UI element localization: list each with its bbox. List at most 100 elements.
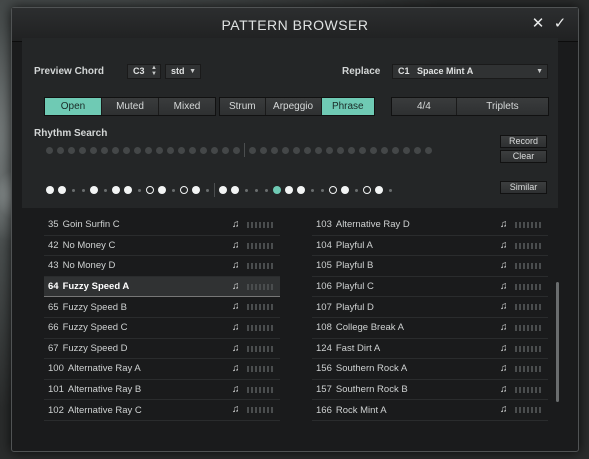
music-note-icon[interactable]: ♫ xyxy=(500,404,508,415)
pattern-row[interactable]: 108 College Break A ♫ xyxy=(312,318,548,339)
pattern-row[interactable]: 106 Playful C ♫ xyxy=(312,277,548,298)
pattern-row[interactable]: 104 Playful A ♫ xyxy=(312,236,548,257)
close-icon[interactable]: ✕ xyxy=(528,14,548,34)
replace-dropdown[interactable]: C1 Space Mint A ▼ xyxy=(392,64,548,79)
step[interactable] xyxy=(326,146,333,154)
music-note-icon[interactable]: ♫ xyxy=(232,363,240,374)
pattern-row[interactable]: 124 Fast Dirt A ♫ xyxy=(312,339,548,360)
rhythm-input-grid[interactable] xyxy=(46,143,436,157)
music-note-icon[interactable]: ♫ xyxy=(232,343,240,354)
filter-triplets[interactable]: Triplets xyxy=(456,98,548,115)
pattern-row[interactable]: 166 Rock Mint A ♫ xyxy=(312,400,548,421)
music-note-icon[interactable]: ♫ xyxy=(500,260,508,271)
stepper-arrows-icon[interactable]: ▲ ▼ xyxy=(151,65,157,77)
step[interactable] xyxy=(249,146,256,154)
pattern-row[interactable]: 103 Alternative Ray D ♫ xyxy=(312,215,548,236)
filter-open[interactable]: Open xyxy=(45,98,102,115)
music-note-icon[interactable]: ♫ xyxy=(232,384,240,395)
pattern-row[interactable]: 43 No Money D ♫ xyxy=(44,256,280,277)
music-note-icon[interactable]: ♫ xyxy=(500,384,508,395)
pattern-row[interactable]: 102 Alternative Ray C ♫ xyxy=(44,400,280,421)
pattern-preview-bars xyxy=(515,324,543,331)
step[interactable] xyxy=(282,146,289,154)
filter-4-4[interactable]: 4/4 xyxy=(392,98,457,115)
step[interactable] xyxy=(315,146,322,154)
step[interactable] xyxy=(90,146,97,154)
music-note-icon[interactable]: ♫ xyxy=(500,219,508,230)
step[interactable] xyxy=(414,146,421,154)
music-note-icon[interactable]: ♫ xyxy=(232,260,240,271)
step[interactable] xyxy=(189,146,196,154)
hit-marker xyxy=(341,186,349,194)
step[interactable] xyxy=(167,146,174,154)
music-note-icon[interactable]: ♫ xyxy=(232,219,240,230)
step[interactable] xyxy=(359,146,366,154)
music-note-icon[interactable]: ♫ xyxy=(500,322,508,333)
step[interactable] xyxy=(112,146,119,154)
music-note-icon[interactable]: ♫ xyxy=(500,240,508,251)
music-note-icon[interactable]: ♫ xyxy=(232,240,240,251)
step[interactable] xyxy=(200,146,207,154)
music-note-icon[interactable]: ♫ xyxy=(500,301,508,312)
pattern-row[interactable]: 42 No Money C ♫ xyxy=(44,236,280,257)
music-note-icon[interactable]: ♫ xyxy=(232,301,240,312)
pattern-number: 64 xyxy=(48,281,59,293)
pattern-row[interactable]: 107 Playful D ♫ xyxy=(312,297,548,318)
music-note-icon[interactable]: ♫ xyxy=(500,281,508,292)
pattern-row[interactable]: 66 Fuzzy Speed C ♫ xyxy=(44,318,280,339)
pattern-row[interactable]: 64 Fuzzy Speed A ♫ xyxy=(44,276,280,298)
step[interactable] xyxy=(271,146,278,154)
step[interactable] xyxy=(123,146,130,154)
step[interactable] xyxy=(260,146,267,154)
pattern-row[interactable]: 156 Southern Rock A ♫ xyxy=(312,359,548,380)
pattern-row[interactable]: 100 Alternative Ray A ♫ xyxy=(44,359,280,380)
step[interactable] xyxy=(46,146,53,154)
step[interactable] xyxy=(304,146,311,154)
confirm-icon[interactable]: ✓ xyxy=(550,14,570,34)
step[interactable] xyxy=(156,146,163,154)
step[interactable] xyxy=(134,146,141,154)
step[interactable] xyxy=(370,146,377,154)
filter-mixed[interactable]: Mixed xyxy=(159,98,215,115)
music-note-icon[interactable]: ♫ xyxy=(232,404,240,415)
step[interactable] xyxy=(211,146,218,154)
similar-button[interactable]: Similar xyxy=(500,181,547,194)
step[interactable] xyxy=(348,146,355,154)
step[interactable] xyxy=(293,146,300,154)
pattern-row[interactable]: 101 Alternative Ray B ♫ xyxy=(44,380,280,401)
step[interactable] xyxy=(337,146,344,154)
step[interactable] xyxy=(101,146,108,154)
step[interactable] xyxy=(381,146,388,154)
music-note-icon[interactable]: ♫ xyxy=(232,281,240,292)
pattern-row[interactable]: 157 Southern Rock B ♫ xyxy=(312,380,548,401)
step[interactable] xyxy=(178,146,185,154)
filter-muted[interactable]: Muted xyxy=(102,98,159,115)
filter-strum[interactable]: Strum xyxy=(220,98,266,115)
preview-mode-dropdown[interactable]: std ▼ xyxy=(165,64,201,79)
music-note-icon[interactable]: ♫ xyxy=(232,322,240,333)
rest-marker xyxy=(206,188,209,192)
step[interactable] xyxy=(57,146,64,154)
record-button[interactable]: Record xyxy=(500,135,547,148)
music-note-icon[interactable]: ♫ xyxy=(500,343,508,354)
step[interactable] xyxy=(403,146,410,154)
step[interactable] xyxy=(79,146,86,154)
step[interactable] xyxy=(68,146,75,154)
step[interactable] xyxy=(392,146,399,154)
step[interactable] xyxy=(222,146,229,154)
pattern-row[interactable]: 65 Fuzzy Speed B ♫ xyxy=(44,297,280,318)
pattern-row[interactable]: 67 Fuzzy Speed D ♫ xyxy=(44,339,280,360)
step[interactable] xyxy=(425,146,432,154)
scrollbar[interactable] xyxy=(556,282,559,402)
pattern-row[interactable]: 105 Playful B ♫ xyxy=(312,256,548,277)
step[interactable] xyxy=(145,146,152,154)
filter-arpeggio[interactable]: Arpeggio xyxy=(265,98,322,115)
filter-phrase[interactable]: Phrase xyxy=(321,98,374,115)
rest-marker xyxy=(355,188,358,192)
pattern-number: 100 xyxy=(48,363,64,375)
clear-button[interactable]: Clear xyxy=(500,150,547,163)
step[interactable] xyxy=(233,146,240,154)
preview-note-stepper[interactable]: C3 ▲ ▼ xyxy=(127,64,161,79)
pattern-row[interactable]: 35 Goin Surfin C ♫ xyxy=(44,215,280,236)
music-note-icon[interactable]: ♫ xyxy=(500,363,508,374)
